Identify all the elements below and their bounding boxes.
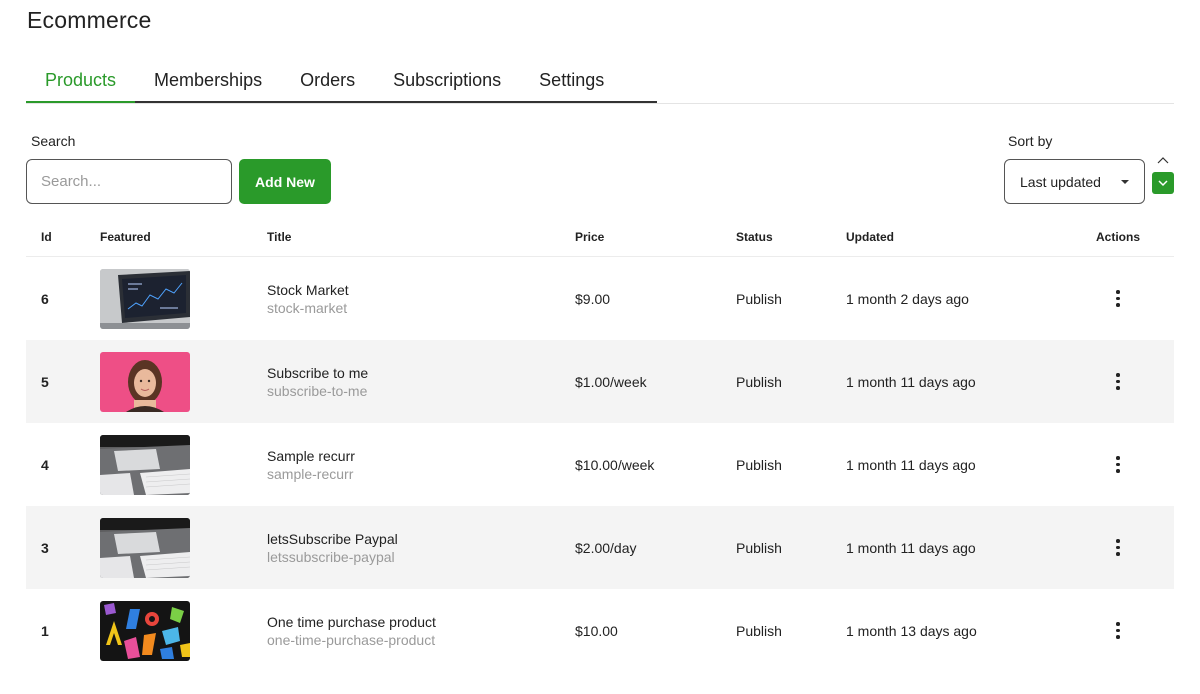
column-header-updated: Updated [846, 230, 894, 244]
product-updated: 1 month 11 days ago [846, 373, 976, 390]
table-header: Id Featured Title Price Status Updated A… [26, 218, 1174, 257]
table-row[interactable]: 6 Stock Market stock-market $9.00 Publis… [26, 257, 1174, 340]
products-table: Id Featured Title Price Status Updated A… [26, 218, 1174, 672]
actions-cell [1062, 537, 1174, 559]
featured-cell [100, 600, 267, 661]
sort-label: Sort by [1008, 133, 1053, 149]
desk-keyboard-image[interactable] [100, 517, 190, 578]
column-header-status: Status [736, 230, 773, 244]
column-header-actions: Actions [1095, 230, 1140, 244]
colorful-letters-image[interactable] [100, 600, 190, 661]
tab-strip: Products Memberships Orders Subscription… [26, 60, 657, 103]
tab-products[interactable]: Products [26, 60, 136, 103]
title-cell: Stock Market stock-market [267, 281, 575, 317]
title-cell: Sample recurr sample-recurr [267, 447, 575, 483]
row-id: 3 [41, 539, 49, 556]
title-cell: Subscribe to me subscribe-to-me [267, 364, 575, 400]
column-header-featured: Featured [100, 230, 151, 244]
product-updated: 1 month 11 days ago [846, 539, 976, 556]
product-slug: subscribe-to-me [267, 382, 368, 399]
product-status: Publish [736, 539, 782, 556]
product-price: $2.00/day [575, 539, 637, 556]
row-id: 6 [41, 290, 49, 307]
featured-cell [100, 351, 267, 412]
sort-select-value: Last updated [1020, 173, 1101, 190]
table-row[interactable]: 4 Sample recurr sample-recurr $10.00/wee… [26, 423, 1174, 506]
product-updated: 1 month 11 days ago [846, 456, 976, 473]
table-row[interactable]: 1 One time purchase product one-time-pur… [26, 589, 1174, 672]
product-title[interactable]: Subscribe to me [267, 364, 575, 382]
featured-cell [100, 434, 267, 495]
row-id: 5 [41, 373, 49, 390]
featured-cell [100, 268, 267, 329]
caret-down-icon [1121, 180, 1129, 184]
product-status: Publish [736, 290, 782, 307]
more-vertical-icon[interactable] [1108, 454, 1128, 476]
row-id: 4 [41, 456, 49, 473]
more-vertical-icon[interactable] [1108, 371, 1128, 393]
table-row[interactable]: 5 Subscribe to me subscribe-to-me $1.00/… [26, 340, 1174, 423]
more-vertical-icon[interactable] [1108, 288, 1128, 310]
product-updated: 1 month 2 days ago [846, 290, 969, 307]
page-title: Ecommerce [27, 7, 152, 33]
title-cell: letsSubscribe Paypal letssubscribe-paypa… [267, 530, 575, 566]
product-title[interactable]: One time purchase product [267, 613, 575, 631]
portrait-image[interactable] [100, 351, 190, 412]
product-slug: stock-market [267, 299, 348, 316]
featured-cell [100, 517, 267, 578]
tab-orders[interactable]: Orders [281, 60, 374, 101]
product-price: $10.00 [575, 622, 618, 639]
product-title[interactable]: Stock Market [267, 281, 575, 299]
actions-cell [1062, 454, 1174, 476]
row-id: 1 [41, 622, 49, 639]
sort-descending-button[interactable] [1152, 172, 1174, 194]
product-price: $10.00/week [575, 456, 655, 473]
product-slug: letssubscribe-paypal [267, 548, 395, 565]
tab-memberships[interactable]: Memberships [135, 60, 281, 101]
tab-bar: Products Memberships Orders Subscription… [26, 60, 1174, 104]
column-header-id: Id [41, 230, 52, 244]
sort-select[interactable]: Last updated [1004, 159, 1145, 204]
product-title[interactable]: Sample recurr [267, 447, 575, 465]
product-title[interactable]: letsSubscribe Paypal [267, 530, 575, 548]
tab-settings[interactable]: Settings [520, 60, 623, 101]
product-price: $1.00/week [575, 373, 647, 390]
column-header-price: Price [575, 230, 605, 244]
actions-cell [1062, 371, 1174, 393]
chevron-down-icon [1158, 180, 1168, 187]
sort-ascending-icon[interactable] [1155, 154, 1171, 168]
more-vertical-icon[interactable] [1108, 620, 1128, 642]
desk-keyboard-image[interactable] [100, 434, 190, 495]
actions-cell [1062, 288, 1174, 310]
product-slug: sample-recurr [267, 465, 354, 482]
product-status: Publish [736, 622, 782, 639]
actions-cell [1062, 620, 1174, 642]
add-new-button[interactable]: Add New [239, 159, 331, 204]
product-price: $9.00 [575, 290, 611, 307]
table-row[interactable]: 3 letsSubscribe Paypal letssubscribe-pay… [26, 506, 1174, 589]
title-cell: One time purchase product one-time-purch… [267, 613, 575, 649]
product-status: Publish [736, 456, 782, 473]
stock-chart-image[interactable] [100, 268, 190, 329]
product-status: Publish [736, 373, 782, 390]
column-header-title: Title [267, 230, 292, 244]
search-label: Search [31, 133, 76, 149]
product-slug: one-time-purchase-product [267, 631, 436, 648]
product-updated: 1 month 13 days ago [846, 622, 977, 639]
search-input[interactable] [26, 159, 232, 204]
more-vertical-icon[interactable] [1108, 537, 1128, 559]
tab-subscriptions[interactable]: Subscriptions [374, 60, 520, 101]
